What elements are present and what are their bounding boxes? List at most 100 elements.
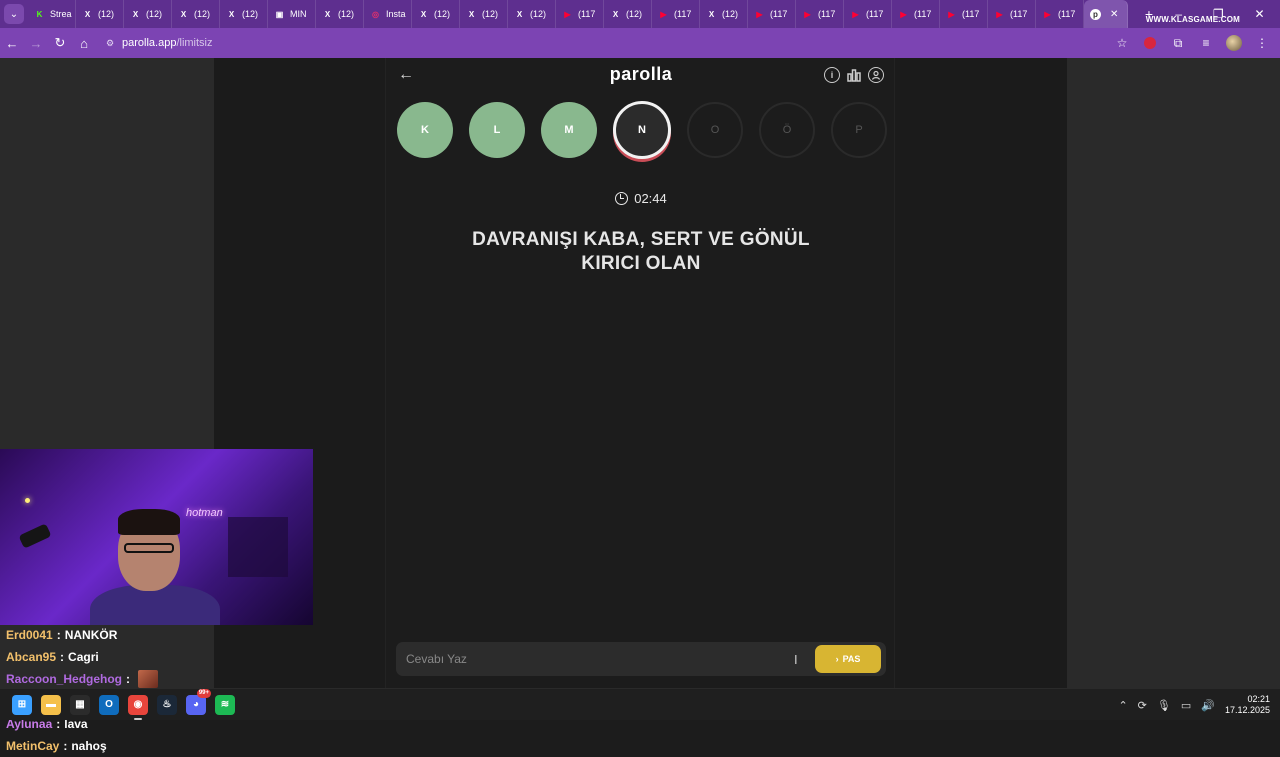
display-icon[interactable]: ▭	[1181, 699, 1191, 712]
browser-tab[interactable]: ▶ (117	[556, 0, 604, 28]
browser-tab[interactable]: ▶ (117	[892, 0, 940, 28]
x-icon: X	[708, 9, 715, 19]
tab-title: (117	[962, 9, 980, 19]
instagram-icon: ◎	[372, 9, 379, 19]
browser-tab[interactable]: ▶ (117	[940, 0, 988, 28]
browser-tab[interactable]: X (12)	[412, 0, 460, 28]
answer-bar: I › PAS	[396, 642, 886, 676]
browser-tab[interactable]: ▶ (117	[748, 0, 796, 28]
browser-menu-icon[interactable]: ⋮	[1250, 31, 1274, 55]
browser-tab[interactable]: ▶ (117	[988, 0, 1036, 28]
webcam-overlay: hotman	[0, 449, 313, 625]
windows-start-icon[interactable]: ⊞	[12, 694, 32, 715]
browser-tab[interactable]: ▶ (117	[844, 0, 892, 28]
chat-separator: :	[60, 650, 65, 665]
tab-title: (117	[818, 9, 836, 19]
browser-tab-active[interactable]: p ✕	[1084, 0, 1128, 28]
youtube-icon: ▶	[900, 9, 907, 19]
tab-title: (12)	[146, 9, 163, 19]
bookmark-star-icon[interactable]: ☆	[1110, 31, 1134, 55]
close-tab-icon[interactable]: ✕	[1110, 9, 1118, 20]
chat-username[interactable]: Abcan95	[6, 650, 56, 664]
webcam-light	[25, 498, 30, 503]
browser-tab[interactable]: ▶ (117	[796, 0, 844, 28]
pass-button[interactable]: › PAS	[815, 645, 881, 673]
tab-title: (12)	[530, 9, 547, 19]
profile-avatar[interactable]	[1222, 31, 1246, 55]
mic-icon[interactable]: 🎙	[1157, 699, 1171, 712]
store-icon[interactable]: ▦	[70, 694, 90, 715]
clock-icon	[615, 192, 629, 205]
timer-value: 02:44	[634, 191, 667, 206]
pass-label: PAS	[842, 654, 861, 664]
tab-title: Strea	[50, 9, 72, 19]
browser-tab[interactable]: X (12)	[508, 0, 556, 28]
youtube-icon: ▶	[564, 9, 571, 19]
letter-circle: O	[687, 102, 743, 158]
file-explorer-icon[interactable]: ▬	[41, 694, 61, 715]
user-account-icon[interactable]	[868, 67, 884, 83]
tab-title: (12)	[194, 9, 211, 19]
windows-taskbar: ⊞ ▬ ▦ O ◉ ♨ ◕ 99+ ≋ ⌃ ⟳ 🎙 ▭ 🔊 02:21 17.12.2025	[0, 688, 1280, 720]
tab-title: (117	[1010, 9, 1028, 19]
youtube-icon: ▶	[996, 9, 1003, 19]
volume-icon[interactable]: 🔊	[1201, 699, 1215, 712]
x-icon: X	[84, 9, 91, 19]
chrome-icon[interactable]: ◉	[128, 694, 148, 720]
chat-username[interactable]: MetinCay	[6, 739, 59, 753]
home-button[interactable]: ⌂	[72, 31, 96, 55]
browser-tab[interactable]: ▣ MIN	[268, 0, 316, 28]
timer: 02:44	[386, 191, 896, 206]
chat-text: Cagri	[68, 650, 99, 665]
info-icon[interactable]: i	[824, 67, 840, 83]
extensions-puzzle-icon[interactable]: ⧉	[1166, 31, 1190, 55]
discord-icon[interactable]: ◕ 99+	[186, 688, 211, 715]
address-bar[interactable]: ⚙ parolla.app/limitsiz	[102, 31, 1104, 55]
sync-icon[interactable]: ⟳	[1138, 699, 1147, 712]
close-window-button[interactable]: ✕	[1255, 7, 1265, 21]
tab-title: (117	[914, 9, 932, 19]
tab-title: (117	[770, 9, 788, 19]
site-info-icon[interactable]: ⚙	[104, 37, 116, 49]
tab-search-button[interactable]: ⌄	[4, 4, 24, 24]
browser-tab[interactable]: X (12)	[700, 0, 748, 28]
back-nav-button[interactable]: ←	[0, 31, 24, 55]
browser-tab[interactable]: ◎ Insta	[364, 0, 412, 28]
extension-icon[interactable]	[1138, 31, 1162, 55]
tab-list: K Strea X (12) X (12) X (12) X (12) ▣ MIN X (12) ◎ Inst…	[28, 0, 1138, 28]
streamer	[90, 499, 220, 625]
outlook-icon[interactable]: O	[99, 694, 119, 715]
youtube-icon: ▶	[804, 9, 811, 19]
answer-input[interactable]	[406, 642, 786, 676]
webcam-shelf	[228, 517, 288, 577]
steam-icon[interactable]: ♨	[157, 694, 177, 715]
browser-tab[interactable]: ▶ (117	[652, 0, 700, 28]
reload-button[interactable]: ↻	[48, 31, 72, 55]
browser-tab[interactable]: X (12)	[316, 0, 364, 28]
browser-tab[interactable]: X (12)	[220, 0, 268, 28]
media-control-icon[interactable]: ≡	[1194, 31, 1218, 55]
spotify-icon[interactable]: ≋	[215, 694, 235, 715]
stream-watermark: WWW.KLASGAME.COM	[1145, 15, 1240, 24]
tab-title: (117	[578, 9, 596, 19]
chevron-up-icon[interactable]: ⌃	[1118, 699, 1127, 712]
tab-title: (12)	[434, 9, 451, 19]
forward-nav-button[interactable]: →	[24, 31, 48, 55]
browser-tab[interactable]: ▶ (117	[1036, 0, 1084, 28]
browser-tab[interactable]: X (12)	[76, 0, 124, 28]
chat-username[interactable]: Raccoon_Hedgehog	[6, 672, 122, 686]
stats-icon[interactable]	[846, 67, 862, 83]
browser-tab[interactable]: K Strea	[28, 0, 76, 28]
letter-circle: K	[397, 102, 453, 158]
url-path: /limitsiz	[176, 37, 213, 49]
browser-tab[interactable]: X (12)	[172, 0, 220, 28]
chat-username[interactable]: Erd0041	[6, 628, 53, 642]
x-icon: X	[180, 9, 187, 19]
browser-tab[interactable]: X (12)	[460, 0, 508, 28]
letter-circle: P	[831, 102, 887, 158]
clock[interactable]: 02:21 17.12.2025	[1225, 694, 1270, 716]
browser-tab[interactable]: X (12)	[124, 0, 172, 28]
chat-emote	[138, 670, 159, 689]
browser-tab[interactable]: X (12)	[604, 0, 652, 28]
chat-message: Abcan95: Cagri	[6, 646, 214, 668]
